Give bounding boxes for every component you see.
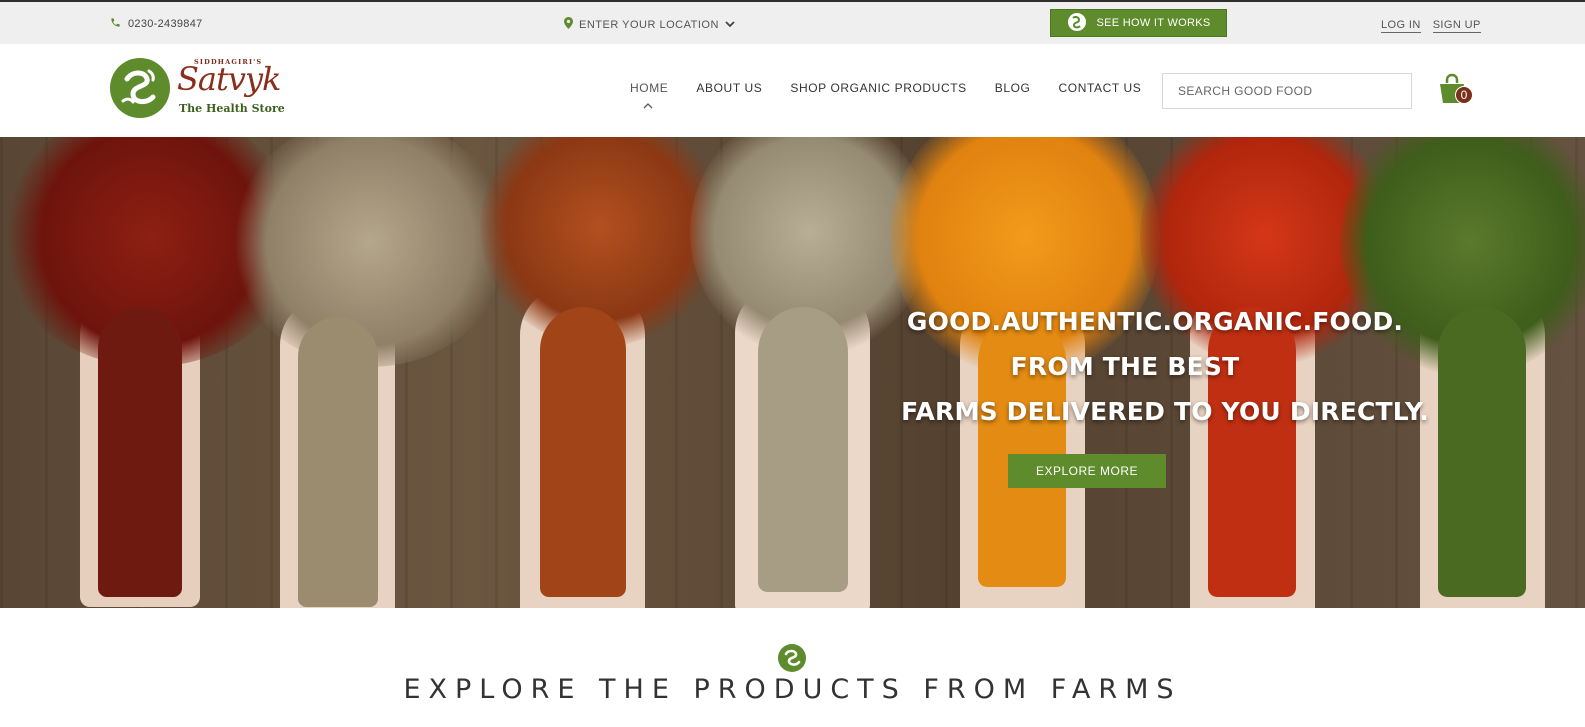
map-pin-icon	[564, 17, 573, 32]
nav-item-label: HOME	[630, 81, 669, 95]
satvyk-leaf-icon	[1067, 12, 1087, 35]
hero-headline: GOOD.AUTHENTIC.ORGANIC.FOOD. FROM THE BE…	[895, 299, 1435, 434]
logo-wordmark: Satvyk	[177, 60, 281, 98]
nav-item-label: SHOP ORGANIC PRODUCTS	[790, 81, 967, 95]
cart-button[interactable]: 0	[1438, 73, 1474, 109]
satvyk-leaf-icon	[778, 644, 806, 672]
logo-tagline: The Health Store	[179, 102, 285, 115]
see-how-it-works-label: SEE HOW IT WORKS	[1096, 17, 1211, 29]
main-nav: HOME ABOUT US SHOP ORGANIC PRODUCTS BLOG…	[630, 81, 1169, 109]
nav-item-label: CONTACT US	[1058, 81, 1142, 95]
nav-item-label: ABOUT US	[696, 81, 763, 95]
login-link[interactable]: LOG IN	[1381, 19, 1421, 33]
top-bar: 0230-2439847 ENTER YOUR LOCATION SEE HOW…	[0, 0, 1585, 44]
signup-link[interactable]: SIGN UP	[1432, 19, 1481, 33]
main-header: SIDDHAGIRI'S Satvyk The Health Store HOM…	[0, 44, 1585, 137]
nav-item-about-us[interactable]: ABOUT US	[696, 81, 762, 95]
phone-icon	[110, 17, 121, 31]
site-logo[interactable]: SIDDHAGIRI'S Satvyk The Health Store	[109, 56, 289, 122]
cart-count-badge: 0	[1455, 86, 1473, 104]
hero-line-1: GOOD.AUTHENTIC.ORGANIC.FOOD.	[906, 307, 1404, 336]
chevron-down-icon	[725, 19, 735, 31]
nav-item-label: BLOG	[994, 81, 1031, 95]
nav-item-contact-us[interactable]: CONTACT US	[1059, 81, 1142, 95]
auth-links: LOG IN SIGN UP	[1381, 19, 1481, 33]
hero-line-2: FROM THE BEST	[1010, 352, 1240, 381]
nav-item-home[interactable]: HOME	[630, 81, 669, 109]
see-how-it-works-button[interactable]: SEE HOW IT WORKS	[1050, 9, 1227, 37]
search-input[interactable]	[1162, 73, 1412, 109]
location-selector[interactable]: ENTER YOUR LOCATION	[564, 17, 735, 32]
explore-more-button[interactable]: EXPLORE MORE	[1008, 454, 1166, 488]
satvyk-emblem-icon	[110, 58, 170, 118]
phone-contact[interactable]: 0230-2439847	[110, 17, 203, 31]
chevron-up-icon	[643, 101, 653, 112]
phone-number: 0230-2439847	[128, 18, 203, 30]
hero-banner: GOOD.AUTHENTIC.ORGANIC.FOOD. FROM THE BE…	[0, 137, 1585, 608]
location-label: ENTER YOUR LOCATION	[579, 18, 719, 31]
nav-item-shop-organic-products[interactable]: SHOP ORGANIC PRODUCTS	[790, 81, 966, 95]
explore-section-title: EXPLORE THE PRODUCTS FROM FARMS	[403, 674, 1182, 705]
nav-item-blog[interactable]: BLOG	[995, 81, 1031, 95]
hero-line-3: FARMS DELIVERED TO YOU DIRECTLY.	[901, 397, 1429, 426]
